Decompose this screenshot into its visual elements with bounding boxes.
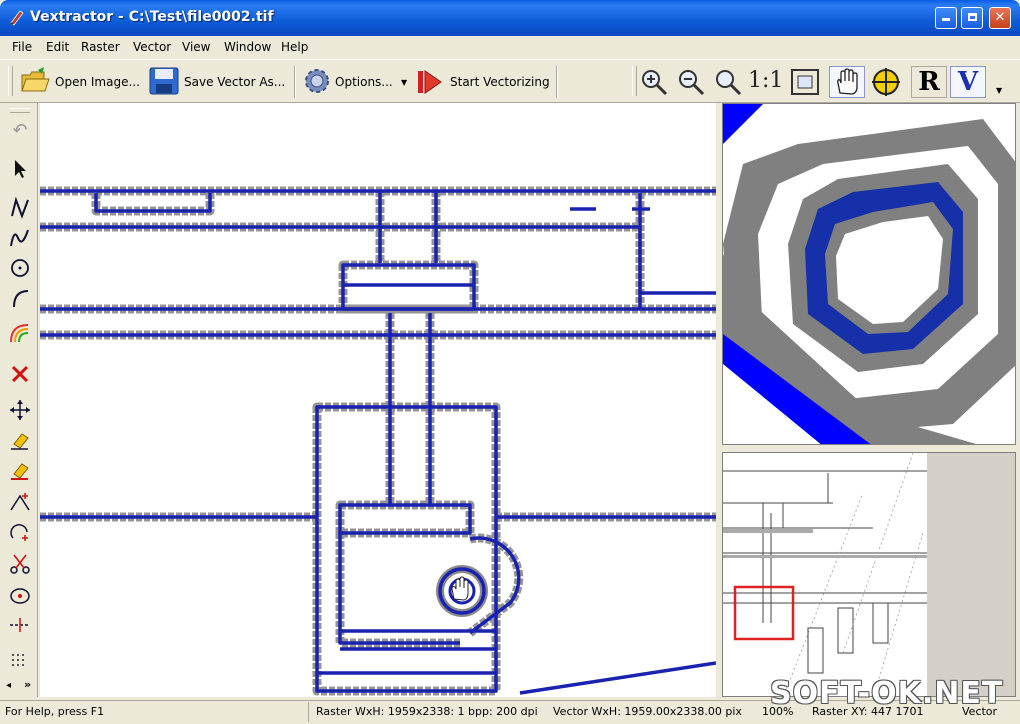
maximize-icon bbox=[967, 13, 977, 21]
delete-icon[interactable] bbox=[8, 362, 32, 386]
save-vector-button[interactable]: Save Vector As... bbox=[184, 75, 285, 89]
status-divider bbox=[308, 702, 309, 722]
zoom-out-icon[interactable] bbox=[677, 68, 705, 96]
window-title: Vextractor - C:\Test\file0002.tif bbox=[30, 9, 274, 25]
add-node-icon[interactable] bbox=[8, 490, 32, 514]
toolbar-grip[interactable] bbox=[632, 66, 637, 96]
raster-toggle-button[interactable]: R bbox=[911, 66, 947, 98]
eraser-icon[interactable] bbox=[8, 428, 32, 452]
zoom-preview-panel[interactable] bbox=[722, 103, 1016, 445]
options-button[interactable]: Options... bbox=[335, 75, 393, 89]
status-vector-info: Vector WxH: 1959.00x2338.00 pix bbox=[553, 705, 742, 718]
color-arc-tool-icon[interactable] bbox=[8, 321, 32, 345]
zoom-fit-icon[interactable] bbox=[790, 68, 820, 96]
start-vectorizing-icon[interactable] bbox=[417, 69, 443, 95]
menu-raster[interactable]: Raster bbox=[81, 40, 120, 54]
options-gear-icon[interactable] bbox=[303, 67, 331, 95]
options-dropdown-icon[interactable]: ▼ bbox=[401, 78, 407, 87]
toolbar-separator bbox=[556, 66, 558, 98]
circle-node-icon[interactable] bbox=[8, 583, 32, 607]
zoom-window-icon[interactable] bbox=[714, 68, 742, 96]
undo-icon[interactable]: ↶ bbox=[8, 120, 32, 144]
close-icon: ✕ bbox=[994, 10, 1006, 25]
watermark-text: SOFT-OK.NET bbox=[770, 676, 1004, 711]
more-tools-icon[interactable]: » bbox=[24, 678, 31, 691]
minimize-button[interactable] bbox=[935, 7, 957, 29]
circle-tool-icon[interactable] bbox=[8, 256, 32, 280]
open-image-button[interactable]: Open Image... bbox=[55, 75, 140, 89]
zoom-actual-size-button[interactable]: 1:1 bbox=[748, 68, 783, 93]
menu-vector[interactable]: Vector bbox=[133, 40, 171, 54]
move-icon[interactable] bbox=[8, 398, 32, 422]
maximize-button[interactable] bbox=[961, 7, 983, 29]
raster-eraser-icon[interactable] bbox=[8, 458, 32, 482]
menu-file[interactable]: File bbox=[12, 40, 32, 54]
scroll-left-icon[interactable]: ◂ bbox=[6, 680, 11, 691]
menu-window[interactable]: Window bbox=[224, 40, 271, 54]
zoom-in-icon[interactable] bbox=[640, 68, 668, 96]
menu-help[interactable]: Help bbox=[281, 40, 308, 54]
app-icon[interactable] bbox=[8, 8, 26, 26]
save-disk-icon[interactable] bbox=[149, 67, 179, 95]
overview-panel[interactable] bbox=[722, 452, 1016, 697]
toolbar-grip[interactable] bbox=[10, 108, 30, 113]
toolbar-separator bbox=[294, 66, 296, 98]
toolbar-overflow-icon[interactable]: ▼ bbox=[996, 86, 1002, 95]
status-help-text: For Help, press F1 bbox=[5, 705, 105, 718]
cut-icon[interactable] bbox=[8, 552, 32, 576]
grid-icon[interactable] bbox=[8, 650, 32, 674]
arc-tool-icon[interactable] bbox=[8, 286, 32, 310]
pan-tool-button[interactable] bbox=[829, 66, 865, 98]
close-button[interactable]: ✕ bbox=[989, 7, 1011, 29]
open-folder-icon[interactable] bbox=[20, 66, 50, 96]
minimize-icon bbox=[942, 18, 950, 21]
vector-canvas[interactable] bbox=[40, 103, 716, 697]
toolbar-grip[interactable] bbox=[8, 66, 13, 96]
curve-tool-icon[interactable] bbox=[8, 226, 32, 250]
select-arrow-icon[interactable] bbox=[8, 157, 32, 181]
vector-toggle-button[interactable]: V bbox=[950, 66, 986, 98]
crosshair-target-icon[interactable] bbox=[871, 67, 901, 97]
start-vectorizing-button[interactable]: Start Vectorizing bbox=[450, 75, 550, 89]
hand-icon bbox=[837, 68, 858, 95]
polyline-tool-icon[interactable] bbox=[8, 196, 32, 220]
menu-edit[interactable]: Edit bbox=[46, 40, 69, 54]
status-raster-info: Raster WxH: 1959x2338: 1 bpp: 200 dpi bbox=[316, 705, 538, 718]
menu-view[interactable]: View bbox=[182, 40, 210, 54]
split-node-icon[interactable] bbox=[8, 613, 32, 637]
arc-node-icon[interactable] bbox=[8, 520, 32, 544]
